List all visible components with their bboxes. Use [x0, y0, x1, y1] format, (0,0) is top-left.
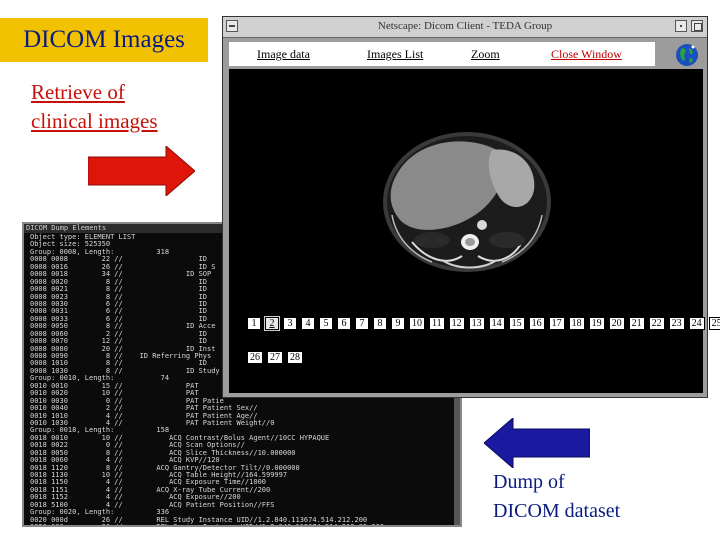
window-titlebar: Netscape: Dicom Client - TEDA Group [223, 17, 707, 38]
page-button-label: 22 [651, 318, 662, 329]
page-button-label: 2 [269, 318, 275, 329]
netscape-window: Netscape: Dicom Client - TEDA Group Imag… [222, 16, 720, 398]
page-button-label: 18 [571, 318, 582, 329]
page-button-14[interactable]: 14 [488, 317, 505, 330]
page-button-10[interactable]: 10 [409, 317, 425, 330]
blue-left-arrow-icon [484, 418, 590, 468]
slide-title: DICOM Images [0, 18, 208, 62]
retrieve-caption-line2: clinical images [31, 109, 158, 133]
page-button-21[interactable]: 21 [628, 317, 645, 330]
page-selector-row1: 1 2 3 4 5 6 7 8 9 10 11 12 13 14 15 16 17 18 19 20 21 22 23 24 2… [247, 316, 720, 331]
page-button-28[interactable]: 28 [287, 351, 303, 364]
page-button-label: 4 [305, 318, 311, 329]
page-button-label: 14 [491, 318, 502, 329]
window-title: Netscape: Dicom Client - TEDA Group [377, 20, 553, 32]
page-button-label: 11 [432, 318, 442, 329]
page-button-label: 26 [250, 352, 260, 363]
page-button-17[interactable]: 17 [548, 317, 565, 330]
page-button-9[interactable]: 9 [391, 317, 405, 330]
page-button-8[interactable]: 8 [373, 317, 387, 330]
page-button-15[interactable]: 15 [508, 317, 525, 330]
page-button-25[interactable]: 25 [708, 317, 720, 330]
page-button-label: 23 [671, 318, 682, 329]
page-button-18[interactable]: 18 [568, 317, 585, 330]
retrieve-caption: Retrieve of clinical images [31, 78, 201, 136]
page-button-6[interactable]: 6 [337, 317, 351, 330]
maximize-button[interactable] [691, 20, 703, 32]
zoom-button[interactable]: Zoom [471, 47, 500, 62]
page-button-1[interactable]: 1 [247, 317, 261, 330]
ct-scan-image[interactable] [372, 120, 562, 298]
page-button-label: 9 [395, 318, 401, 329]
page-button-23[interactable]: 23 [668, 317, 685, 330]
netscape-globe-icon[interactable] [673, 41, 701, 69]
page-button-label: 24 [691, 318, 702, 329]
page-button-label: 17 [551, 318, 562, 329]
images-list-button[interactable]: Images List [367, 47, 423, 62]
page-button-4[interactable]: 4 [301, 317, 315, 330]
page-button-3[interactable]: 3 [283, 317, 297, 330]
page-button-11[interactable]: 11 [429, 317, 445, 330]
page-button-19[interactable]: 19 [588, 317, 605, 330]
page-button-label: 5 [323, 318, 329, 329]
retrieve-caption-line1: Retrieve of [31, 80, 125, 104]
page-button-label: 10 [412, 318, 422, 329]
page-button-label: 3 [287, 318, 293, 329]
page-button-27[interactable]: 27 [267, 351, 283, 364]
page-button-label: 13 [471, 318, 482, 329]
page-button-label: 6 [341, 318, 347, 329]
page-button-label: 20 [611, 318, 622, 329]
image-data-button[interactable]: Image data [257, 47, 310, 62]
dump-caption: Dump of DICOM dataset [493, 468, 693, 526]
page-button-label: 15 [511, 318, 522, 329]
page-button-22[interactable]: 22 [648, 317, 665, 330]
dump-caption-line1: Dump of [493, 471, 565, 493]
page-button-label: 12 [451, 318, 462, 329]
page-button-label: 7 [359, 318, 365, 329]
page-button-26[interactable]: 26 [247, 351, 263, 364]
page-button-12[interactable]: 12 [448, 317, 465, 330]
dump-line: 0020 000e 30 // REL Series Instance UID/… [30, 523, 460, 525]
page-button-label: 19 [591, 318, 602, 329]
page-button-label: 28 [290, 352, 300, 363]
page-button-label: 27 [270, 352, 280, 363]
page-button-20[interactable]: 20 [608, 317, 625, 330]
page-selector-row2: 26 27 28 [247, 351, 303, 364]
page-button-24[interactable]: 24 [688, 317, 705, 330]
dump-caption-line2: DICOM dataset [493, 500, 621, 522]
dicom-client-toolbar: Image data Images List Zoom Close Window [229, 42, 655, 66]
page-button-label: 21 [631, 318, 642, 329]
page-button-label: 8 [377, 318, 383, 329]
image-viewer: 1 2 3 4 5 6 7 8 9 10 11 12 13 14 15 16 17 18 19 20 21 22 23 24 2… [229, 69, 720, 393]
page-button-label: 16 [531, 318, 542, 329]
page-button-13[interactable]: 13 [468, 317, 485, 330]
close-window-button[interactable]: Close Window [551, 47, 622, 62]
page-button-label: 25 [711, 318, 720, 329]
page-button-7[interactable]: 7 [355, 317, 369, 330]
page-button-16[interactable]: 16 [528, 317, 545, 330]
minimize-button[interactable] [675, 20, 687, 32]
red-right-arrow-icon [88, 146, 195, 196]
page-button-2[interactable]: 2 [264, 316, 280, 331]
page-button-5[interactable]: 5 [319, 317, 333, 330]
page-button-label: 1 [251, 318, 257, 329]
